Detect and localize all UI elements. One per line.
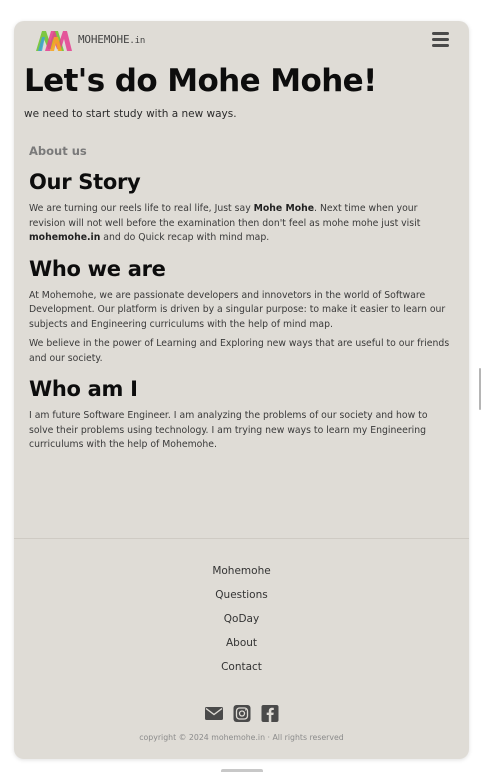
footer-link-mohemohe[interactable]: Mohemohe: [14, 563, 469, 587]
who-we-are-paragraph-2: We believe in the power of Learning and …: [29, 338, 450, 364]
hero-subtitle: we need to start study with a new ways.: [24, 108, 237, 120]
social-links: [14, 705, 469, 722]
footer-link-contact[interactable]: Contact: [14, 659, 469, 683]
copyright-text: copyright © 2024 mohemohe.in · All right…: [139, 733, 344, 742]
who-am-i-title: Who am I: [29, 377, 138, 401]
our-story-text-1: We are turning our reels life to real li…: [29, 203, 254, 214]
who-am-i-paragraph: I am future Software Engineer. I am anal…: [29, 410, 428, 450]
who-am-i-section: Who am I I am future Software Engineer. …: [29, 377, 451, 453]
site-logo-text[interactable]: MOHEMOHE.in: [78, 33, 145, 46]
logo-name: MOHEMOHE: [78, 33, 130, 46]
our-story-title: Our Story: [29, 170, 141, 194]
facebook-icon[interactable]: [261, 705, 279, 722]
main-content: About us Our Story We are turning our re…: [29, 144, 451, 464]
footer-divider: [14, 538, 469, 539]
who-we-are-paragraph-1: At Mohemohe, we are passionate developer…: [29, 289, 446, 330]
our-story-section: Our Story We are turning our reels life …: [29, 170, 451, 246]
hamburger-menu-icon[interactable]: [432, 32, 449, 47]
who-we-are-section: Who we are At Mohemohe, we are passionat…: [29, 257, 451, 367]
instagram-icon[interactable]: [233, 705, 251, 722]
top-navbar: MOHEMOHE.in: [14, 21, 469, 59]
footer-link-qoday[interactable]: QoDay: [14, 611, 469, 635]
our-story-bold-site: mohemohe.in: [29, 232, 101, 243]
footer-nav: Mohemohe Questions QoDay About Contact: [14, 563, 469, 683]
footer-link-about[interactable]: About: [14, 635, 469, 659]
about-us-label: About us: [29, 144, 87, 158]
page-card: MOHEMOHE.in Let's do Mohe Mohe! we need …: [14, 21, 469, 759]
hero-title: Let's do Mohe Mohe!: [24, 63, 377, 99]
our-story-paragraph: We are turning our reels life to real li…: [29, 202, 451, 246]
email-icon[interactable]: [204, 705, 223, 722]
who-we-are-title: Who we are: [29, 256, 166, 281]
footer-link-questions[interactable]: Questions: [14, 587, 469, 611]
our-story-text-3: and do Quick recap with mind map.: [100, 232, 270, 243]
our-story-bold-mohe: Mohe Mohe: [253, 203, 315, 214]
mohemohe-logo-icon[interactable]: [36, 29, 72, 51]
logo-suffix: .in: [129, 36, 146, 46]
